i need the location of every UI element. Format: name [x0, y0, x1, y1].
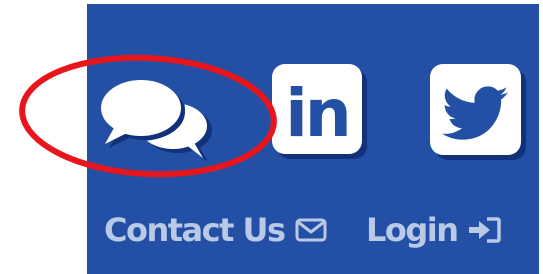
login-label: Login	[366, 211, 459, 249]
envelope-icon	[295, 218, 327, 242]
linkedin-logo-text: in	[285, 75, 349, 152]
contact-us-label: Contact Us	[104, 211, 286, 249]
linkedin-icon[interactable]: in	[272, 64, 369, 161]
contact-us-link[interactable]: Contact Us	[104, 200, 328, 256]
sign-in-icon	[469, 217, 501, 243]
login-link[interactable]: Login	[366, 200, 501, 256]
screenshot-canvas: in Contact Us Login	[0, 0, 543, 274]
twitter-icon[interactable]	[430, 64, 526, 161]
chat-bubbles-icon[interactable]	[97, 74, 217, 164]
